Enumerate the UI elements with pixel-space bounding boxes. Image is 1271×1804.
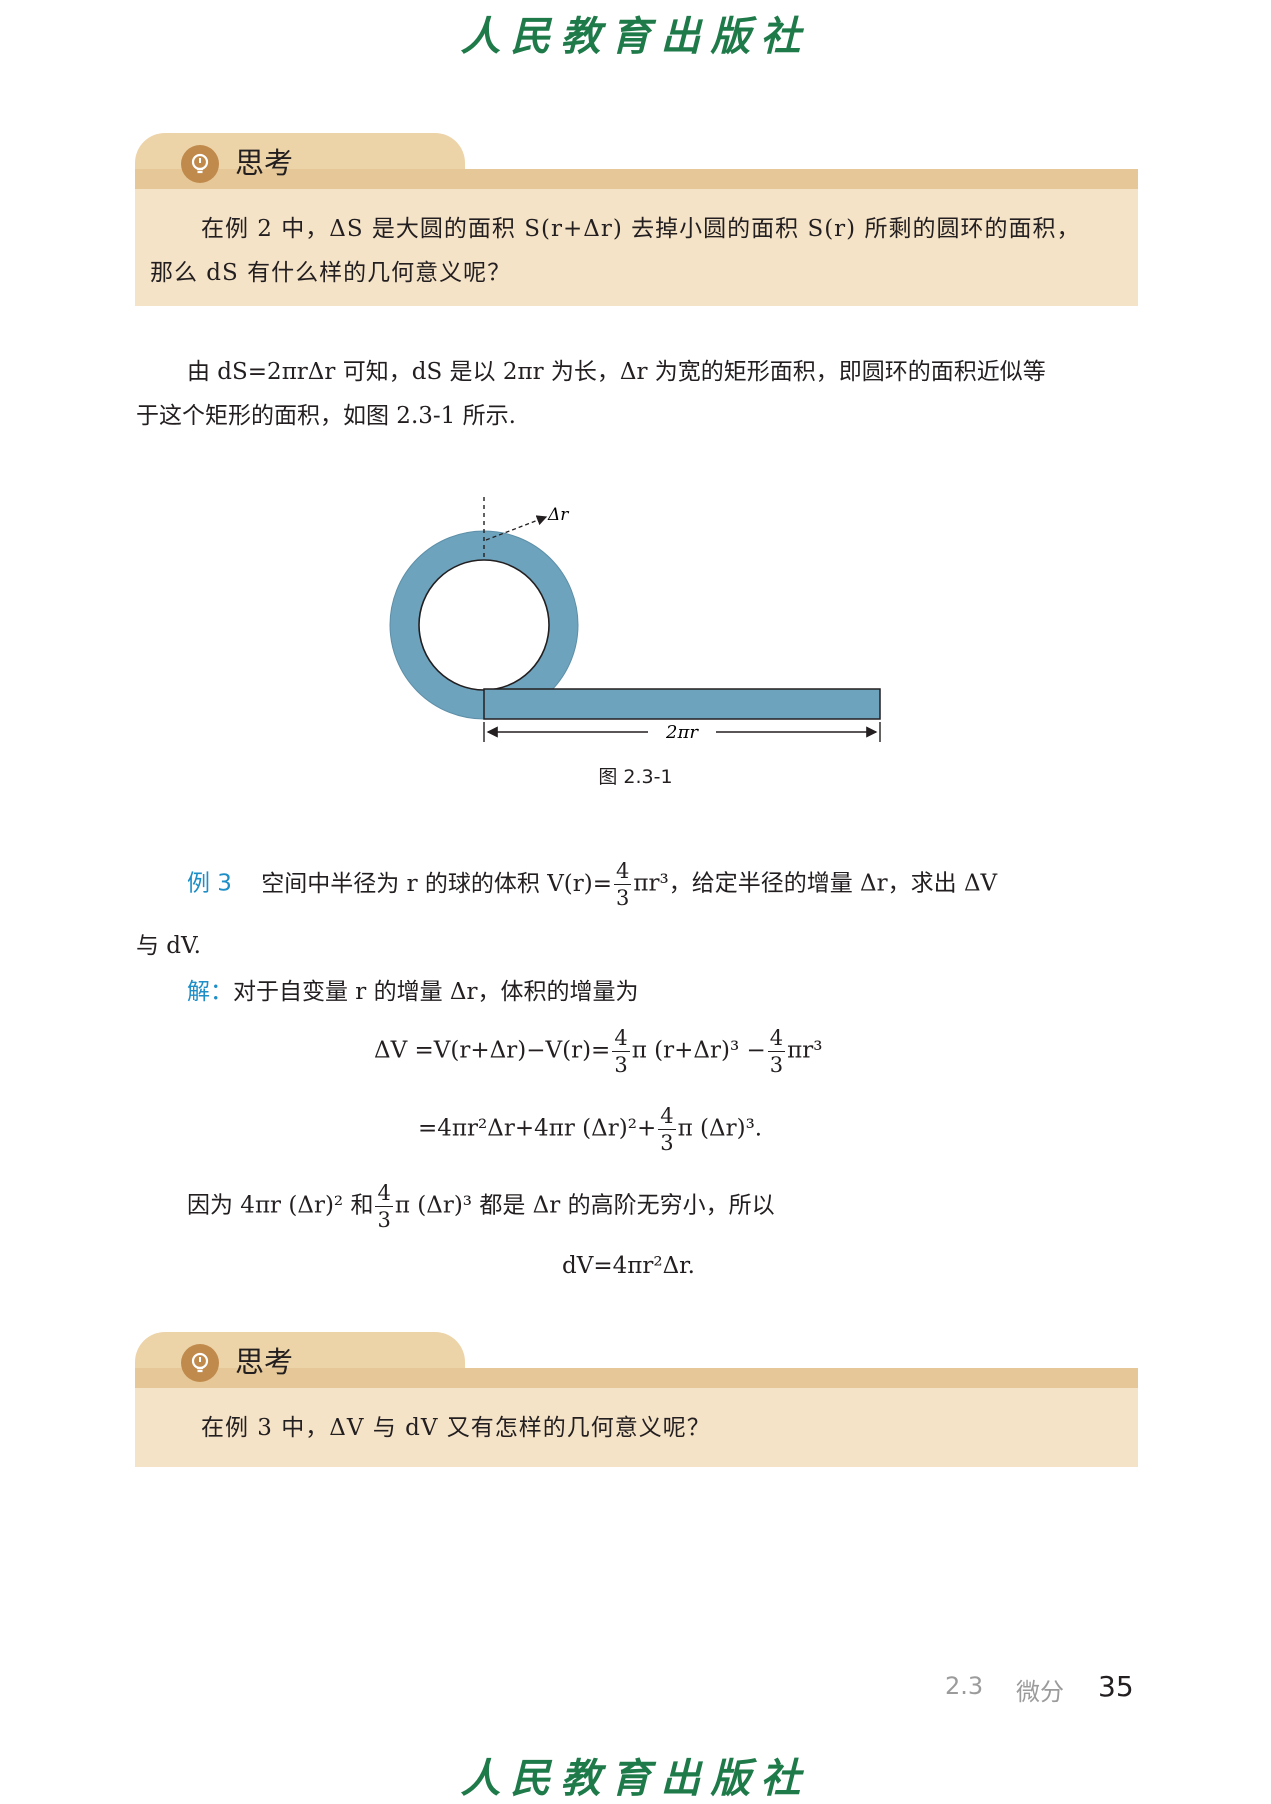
equation-2: =4πr²Δr+4πr (Δr)²+ 4 3 π (Δr)³.: [418, 1104, 763, 1155]
think-title: 思考: [235, 146, 294, 180]
paragraph-line-2: 于这个矩形的面积，如图 2.3-1 所示.: [136, 403, 516, 429]
example3-line-1: 例 3 空间中半径为 r 的球的体积 V(r)= 4 3 πr³，给定半径的增量 Δr…: [187, 859, 998, 910]
think-title: 思考: [235, 1345, 294, 1379]
example-label: 例 3: [187, 870, 232, 897]
dr-label: Δr: [547, 505, 569, 525]
paragraph-line-1: 由 dS=2πrΔr 可知，dS 是以 2πr 为长，Δr 为宽的矩形面积，即圆…: [187, 359, 1046, 385]
think-box-1: 思考 在例 2 中，ΔS 是大圆的面积 S(r+Δr) 去掉小圆的面积 S(r)…: [135, 133, 1138, 313]
unrolled-rectangle: [483, 688, 881, 720]
page-number: 35: [1098, 1670, 1134, 1703]
example3-line-2: 与 dV.: [136, 933, 201, 959]
solution-label: 解：: [187, 979, 233, 1005]
publisher-logo-bottom: 人民教育出版社: [460, 1755, 811, 1802]
figure-caption: 图 2.3-1: [598, 766, 673, 788]
lightbulb-icon: [181, 1344, 219, 1382]
result-line: dV=4πr²Δr.: [562, 1253, 695, 1279]
annulus-inner: [418, 559, 550, 691]
because-line: 因为 4πr (Δr)² 和43π (Δr)³ 都是 Δr 的高阶无穷小，所以: [187, 1181, 775, 1232]
lightbulb-icon: [181, 145, 219, 183]
footer-section: 2.3: [945, 1672, 984, 1700]
solution-intro: 解：对于自变量 r 的增量 Δr，体积的增量为: [187, 979, 639, 1005]
length-label: 2πr: [665, 722, 699, 743]
think-line-1: 在例 2 中，ΔS 是大圆的面积 S(r+Δr) 去掉小圆的面积 S(r) 所剩…: [201, 216, 1081, 242]
publisher-logo-top: 人民教育出版社: [460, 13, 811, 60]
fraction: 43: [614, 859, 632, 910]
think-line-1: 在例 3 中，ΔV 与 dV 又有怎样的几何意义呢？: [201, 1415, 711, 1441]
figure-annulus: Δr 2πr: [389, 497, 881, 743]
footer-title: 微分: [1016, 1678, 1064, 1706]
think-line-2: 那么 dS 有什么样的几何意义呢？: [150, 260, 512, 286]
equation-1: ΔV =V(r+Δr)−V(r)= 4 3 π (r+Δr)³ −4 3 πr³: [374, 1026, 823, 1077]
think-box-2: 思考 在例 3 中，ΔV 与 dV 又有怎样的几何意义呢？: [135, 1332, 1138, 1467]
